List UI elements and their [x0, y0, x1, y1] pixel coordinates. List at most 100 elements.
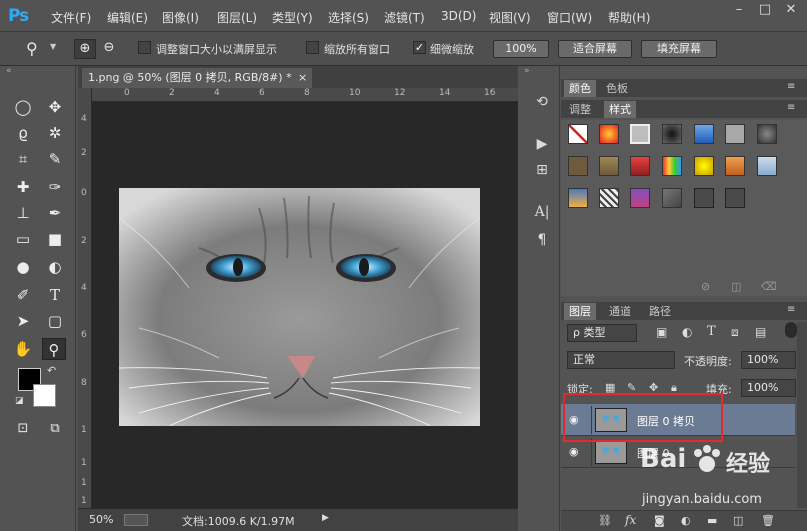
actions-panel-icon[interactable]: ▶ — [529, 132, 555, 156]
style-swatch-none[interactable] — [568, 124, 588, 144]
gradient-tool-icon[interactable]: ■ — [43, 228, 67, 250]
eyedropper-tool-icon[interactable]: ✎ — [43, 148, 67, 170]
resize-windows-checkbox[interactable] — [138, 41, 151, 54]
style-swatch[interactable] — [694, 156, 714, 176]
history-brush-tool-icon[interactable]: ✒ — [43, 202, 67, 224]
crop-tool-icon[interactable]: ⌗ — [11, 148, 35, 170]
layers-panel-menu-icon[interactable]: ≡ — [787, 304, 795, 315]
tab-adjustments[interactable]: 调整 — [564, 101, 596, 118]
zoom-out-icon[interactable]: ⊖ — [99, 39, 119, 59]
delete-style-icon[interactable]: ⌫ — [761, 280, 777, 293]
tab-paths[interactable]: 路径 — [644, 303, 676, 320]
filter-toggle[interactable] — [785, 322, 797, 338]
character-panel-icon[interactable]: A| — [529, 200, 555, 224]
style-swatch[interactable] — [568, 156, 588, 176]
background-color-swatch[interactable] — [33, 384, 56, 407]
quick-mask-icon[interactable]: ⊡ — [11, 418, 35, 440]
style-swatch[interactable] — [694, 124, 714, 144]
tab-swatches[interactable]: 色板 — [601, 80, 633, 97]
color-panel-menu-icon[interactable]: ≡ — [787, 81, 795, 92]
menu-layer[interactable]: 图层(L) — [217, 9, 257, 26]
canvas-image[interactable] — [119, 188, 480, 426]
menu-image[interactable]: 图像(I) — [162, 9, 199, 26]
screen-mode-icon[interactable]: ⧉ — [43, 418, 67, 440]
path-selection-tool-icon[interactable]: ➤ — [11, 310, 35, 332]
hand-tool-icon[interactable]: ✋ — [11, 338, 35, 360]
properties-panel-icon[interactable]: ⊞ — [529, 158, 555, 182]
menu-file[interactable]: 文件(F) — [51, 9, 91, 26]
fit-screen-button[interactable]: 适合屏幕 — [558, 40, 632, 58]
link-layers-icon[interactable]: ⛓ — [598, 514, 612, 527]
history-panel-icon[interactable]: ⟲ — [529, 90, 555, 114]
opacity-input[interactable]: 100% — [741, 351, 796, 369]
scrubby-zoom-checkbox[interactable]: ✓ — [413, 41, 426, 54]
style-swatch[interactable] — [599, 124, 619, 144]
brush-tool-icon[interactable]: ✑ — [43, 176, 67, 198]
document-close-icon[interactable]: × — [298, 68, 307, 88]
visibility-eye-icon[interactable]: ◉ — [569, 445, 579, 458]
status-preview-icon[interactable] — [124, 514, 148, 526]
blend-mode-select[interactable]: 正常 — [567, 351, 675, 369]
style-swatch[interactable] — [662, 124, 682, 144]
collapse-dock-icon[interactable]: » — [524, 66, 530, 76]
lasso-tool-icon[interactable]: ϱ — [11, 122, 35, 144]
close-button[interactable]: ✕ — [780, 2, 802, 18]
collapse-toolbox-icon[interactable]: « — [6, 66, 12, 76]
filter-type-icon[interactable]: T — [707, 324, 716, 339]
magic-wand-tool-icon[interactable]: ✲ — [43, 122, 67, 144]
paragraph-panel-icon[interactable]: ¶ — [529, 228, 555, 252]
pen-tool-icon[interactable]: ✐ — [11, 284, 35, 306]
filter-pixel-icon[interactable]: ▣ — [656, 325, 667, 339]
menu-view[interactable]: 视图(V) — [489, 9, 531, 26]
maximize-button[interactable]: □ — [754, 2, 776, 18]
style-swatch[interactable] — [662, 156, 682, 176]
eraser-tool-icon[interactable]: ▭ — [11, 228, 35, 250]
tab-layers[interactable]: 图层 — [564, 303, 596, 320]
new-style-icon[interactable]: ◫ — [731, 280, 741, 293]
fill-screen-button[interactable]: 填充屏幕 — [641, 40, 717, 58]
document-tab[interactable]: 1.png @ 50% (图层 0 拷贝, RGB/8#) * × — [82, 68, 312, 88]
menu-help[interactable]: 帮助(H) — [608, 9, 650, 26]
style-swatch[interactable] — [725, 156, 745, 176]
style-swatch[interactable] — [662, 188, 682, 208]
dodge-tool-icon[interactable]: ◐ — [43, 256, 67, 278]
rectangle-tool-icon[interactable]: ▢ — [43, 310, 67, 332]
minimize-button[interactable]: – — [728, 2, 750, 18]
menu-edit[interactable]: 编辑(E) — [107, 9, 148, 26]
zoom-in-icon[interactable]: ⊕ — [74, 39, 96, 59]
zoom-all-checkbox[interactable] — [306, 41, 319, 54]
move-tool-icon[interactable]: ✥ — [43, 96, 67, 118]
blur-tool-icon[interactable]: ● — [11, 256, 35, 278]
menu-select[interactable]: 选择(S) — [328, 9, 369, 26]
style-swatch[interactable] — [725, 188, 745, 208]
style-swatch[interactable] — [630, 156, 650, 176]
status-menu-arrow-icon[interactable]: ▶ — [322, 513, 329, 523]
style-swatch[interactable] — [630, 188, 650, 208]
style-swatch[interactable] — [599, 188, 619, 208]
style-swatch[interactable] — [568, 188, 588, 208]
layer-style-fx-icon[interactable]: fx — [625, 513, 636, 527]
filter-shape-icon[interactable]: ⧈ — [731, 325, 739, 340]
layer-kind-filter[interactable]: ρ 类型 — [567, 324, 637, 342]
style-swatch[interactable] — [694, 188, 714, 208]
type-tool-icon[interactable]: T — [43, 284, 67, 306]
preset-dropdown-icon[interactable]: ▼ — [50, 42, 56, 51]
tab-styles[interactable]: 样式 — [604, 101, 636, 118]
tab-color[interactable]: 颜色 — [564, 80, 596, 97]
default-colors-icon[interactable]: ◪ — [15, 396, 24, 406]
filter-smartobject-icon[interactable]: ▤ — [755, 325, 766, 339]
zoom-100-button[interactable]: 100% — [493, 40, 549, 58]
clear-style-icon[interactable]: ⊘ — [701, 280, 710, 293]
clone-stamp-tool-icon[interactable]: ⊥ — [11, 202, 35, 224]
style-swatch[interactable] — [757, 156, 777, 176]
healing-brush-tool-icon[interactable]: ✚ — [11, 176, 35, 198]
menu-filter[interactable]: 滤镜(T) — [384, 9, 425, 26]
style-swatch[interactable] — [630, 124, 650, 144]
marquee-tool-icon[interactable]: ◯ — [11, 96, 35, 118]
filter-adjustment-icon[interactable]: ◐ — [682, 325, 692, 339]
fill-input[interactable]: 100% — [741, 379, 796, 397]
zoom-level[interactable]: 50% — [89, 513, 113, 526]
zoom-tool-icon[interactable]: ⚲ — [26, 39, 38, 58]
styles-panel-menu-icon[interactable]: ≡ — [787, 102, 795, 113]
tab-channels[interactable]: 通道 — [604, 303, 636, 320]
